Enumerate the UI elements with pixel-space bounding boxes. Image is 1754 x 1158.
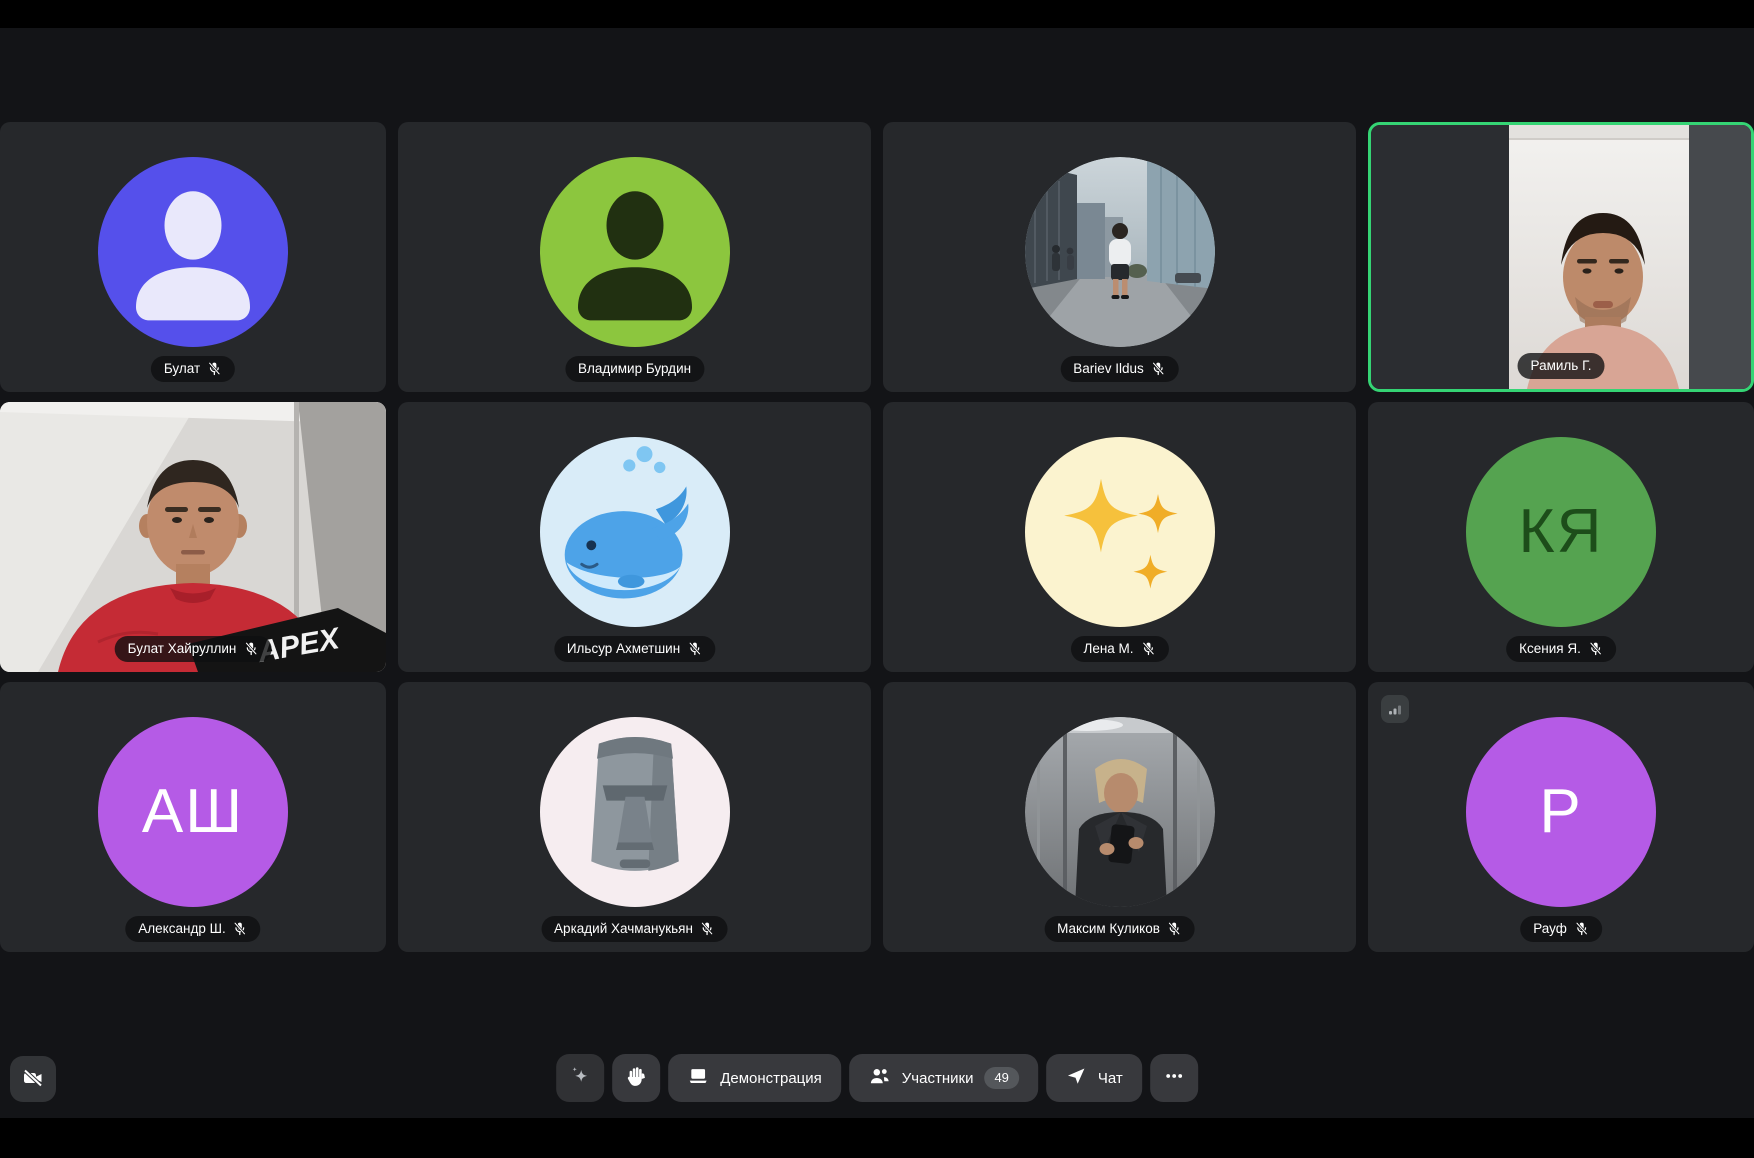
participant-name: Рамиль Г.	[1531, 358, 1592, 374]
meeting-stage: Булат Владимир Бурдин Bariev Ildus Рамиль Г…	[0, 28, 1754, 1118]
participant-name: Ксения Я.	[1519, 641, 1581, 657]
participant-tile[interactable]: АШ Александр Ш.	[0, 682, 386, 952]
participant-name-pill: Лена М.	[1070, 636, 1168, 662]
participant-name: Максим Куликов	[1057, 921, 1160, 937]
participant-name: Булат	[164, 361, 200, 377]
elevator-selfie-photo	[1025, 717, 1215, 907]
participant-video: APEX	[0, 402, 386, 672]
camera-off-icon	[21, 1066, 45, 1093]
street-photo	[1025, 157, 1215, 347]
participant-name-pill: Ильсур Ахметшин	[554, 636, 715, 662]
participant-name-pill: Рауф	[1520, 916, 1602, 942]
participant-name-pill: Булат Хайруллин	[115, 636, 272, 662]
chat-button[interactable]: Чат	[1046, 1054, 1142, 1102]
moai-emoji	[540, 717, 730, 907]
sparkles-icon	[568, 1064, 592, 1092]
participant-name-pill: Максим Куликов	[1044, 916, 1195, 942]
avatar	[540, 437, 730, 627]
participant-name: Лена М.	[1083, 641, 1133, 657]
toolbar: Демонстрация Участники 49	[556, 1054, 1198, 1102]
ellipsis-icon	[1162, 1064, 1186, 1092]
mic-muted-icon	[700, 921, 715, 936]
participant-name-pill: Bariev Ildus	[1060, 356, 1179, 382]
meeting-window: Булат Владимир Бурдин Bariev Ildus Рамиль Г…	[0, 0, 1754, 1158]
participant-name: Ильсур Ахметшин	[567, 641, 680, 657]
participant-tile[interactable]: КЯ Ксения Я.	[1368, 402, 1754, 672]
avatar	[540, 717, 730, 907]
participant-tile[interactable]: Р Рауф	[1368, 682, 1754, 952]
participant-grid: Булат Владимир Бурдин Bariev Ildus Рамиль Г…	[0, 122, 1754, 952]
mic-muted-icon	[207, 361, 222, 376]
avatar	[98, 157, 288, 347]
letterbox-top	[0, 0, 1754, 28]
more-button[interactable]	[1150, 1054, 1198, 1102]
mic-muted-icon	[243, 641, 258, 656]
avatar-photo	[1025, 157, 1215, 347]
participants-icon	[868, 1065, 891, 1092]
participant-name-pill: Булат	[151, 356, 235, 382]
avatar-initials: АШ	[142, 781, 244, 843]
participant-name: Булат Хайруллин	[128, 641, 237, 657]
chat-label: Чат	[1098, 1070, 1123, 1087]
participants-label: Участники	[902, 1070, 974, 1087]
mic-muted-icon	[1574, 921, 1589, 936]
participant-tile[interactable]: Лена М.	[883, 402, 1356, 672]
participant-name: Аркадий Хачманукьян	[554, 921, 693, 937]
participant-name-pill: Ксения Я.	[1506, 636, 1616, 662]
effects-button[interactable]	[556, 1054, 604, 1102]
avatar	[540, 157, 730, 347]
participant-name-pill: Рамиль Г.	[1518, 353, 1605, 379]
avatar-initials: КЯ	[1519, 501, 1604, 563]
participant-tile[interactable]: Булат	[0, 122, 386, 392]
avatar-photo	[1025, 717, 1215, 907]
participant-tile[interactable]: Максим Куликов	[883, 682, 1356, 952]
participant-name: Владимир Бурдин	[578, 361, 691, 377]
mic-muted-icon	[233, 921, 248, 936]
participant-name: Александр Ш.	[138, 921, 225, 937]
avatar	[1025, 437, 1215, 627]
mic-muted-icon	[1588, 641, 1603, 656]
mic-muted-icon	[1167, 921, 1182, 936]
hand-icon	[625, 1065, 648, 1092]
weak-connection-icon	[1381, 695, 1409, 723]
participant-tile[interactable]: Ильсур Ахметшин	[398, 402, 871, 672]
mic-muted-icon	[1151, 361, 1166, 376]
participant-name-pill: Александр Ш.	[125, 916, 260, 942]
mic-muted-icon	[1141, 641, 1156, 656]
send-plane-icon	[1065, 1065, 1087, 1091]
share-screen-label: Демонстрация	[720, 1070, 822, 1087]
camera-off-button[interactable]	[10, 1056, 56, 1102]
sparkles-emoji	[1025, 437, 1215, 627]
participant-tile[interactable]: Аркадий Хачманукьян	[398, 682, 871, 952]
participant-tile[interactable]: Владимир Бурдин	[398, 122, 871, 392]
participant-tile[interactable]: Bariev Ildus	[883, 122, 1356, 392]
mic-muted-icon	[687, 641, 702, 656]
participants-button[interactable]: Участники 49	[849, 1054, 1038, 1102]
participant-video	[1371, 125, 1751, 389]
avatar: АШ	[98, 717, 288, 907]
participant-tile[interactable]: APEXБулат Хайруллин	[0, 402, 386, 672]
participants-count-badge: 49	[984, 1067, 1018, 1090]
avatar: Р	[1466, 717, 1656, 907]
person-icon	[98, 157, 288, 347]
participant-name: Рауф	[1533, 921, 1567, 937]
screen-share-icon	[687, 1065, 709, 1091]
raise-hand-button[interactable]	[612, 1054, 660, 1102]
letterbox-bottom	[0, 1118, 1754, 1158]
participant-name: Bariev Ildus	[1073, 361, 1144, 377]
participant-tile[interactable]: Рамиль Г.	[1368, 122, 1754, 392]
avatar-initials: Р	[1539, 781, 1582, 843]
participant-name-pill: Владимир Бурдин	[565, 356, 704, 382]
person-icon	[540, 157, 730, 347]
whale-emoji	[540, 437, 730, 627]
participant-name-pill: Аркадий Хачманукьян	[541, 916, 728, 942]
avatar: КЯ	[1466, 437, 1656, 627]
share-screen-button[interactable]: Демонстрация	[668, 1054, 841, 1102]
